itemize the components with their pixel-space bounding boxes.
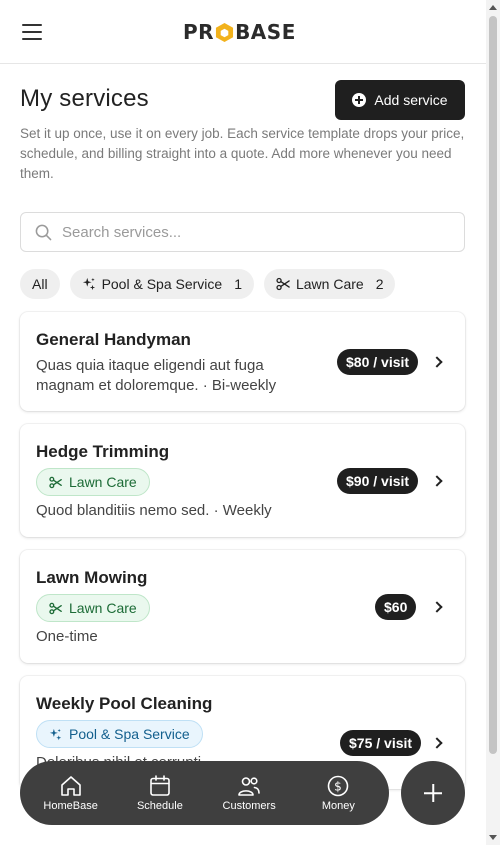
nav-item-label: HomeBase <box>43 799 98 812</box>
scroll-thumb[interactable] <box>489 16 497 754</box>
users-icon <box>238 776 260 796</box>
service-name: Weekly Pool Cleaning <box>36 694 213 713</box>
chevron-right-icon[interactable] <box>431 475 443 487</box>
service-price-badge: $80 / visit <box>337 349 419 375</box>
category-tag-label: Lawn Care <box>69 600 137 616</box>
brand-logo[interactable]: PR BASE <box>183 20 296 44</box>
top-bar: PR BASE <box>0 0 486 64</box>
service-price-badge: $75 / visit <box>340 730 422 756</box>
dollar-icon: $ <box>328 775 349 796</box>
nav-item-customers[interactable]: Customers <box>209 775 289 812</box>
service-price-badge: $90 / visit <box>337 468 419 494</box>
scissors-icon <box>276 277 290 291</box>
service-card-lawn-mowing[interactable]: Lawn Mowing Lawn Care One-time $60 <box>20 550 465 663</box>
category-tag-pool-spa: Pool & Spa Service <box>36 720 203 748</box>
service-price-badge: $60 <box>375 594 417 620</box>
filter-chip-label: All <box>32 276 48 292</box>
category-tag-label: Lawn Care <box>69 474 137 490</box>
brand-logo-left: PR <box>183 20 215 44</box>
home-icon <box>60 775 81 796</box>
page-subtitle: Set it up once, use it on every job. Eac… <box>20 126 465 181</box>
chevron-right-icon[interactable] <box>431 737 443 749</box>
search-box <box>20 212 465 252</box>
scroll-down-arrow-icon[interactable] <box>489 835 497 840</box>
create-fab-button[interactable] <box>401 761 465 825</box>
nav-item-money[interactable]: $ Money <box>298 775 378 812</box>
scissors-icon <box>49 602 62 614</box>
service-description: Quas quia itaque eligendi aut fuga magna… <box>36 357 277 394</box>
filter-chips: All Pool & Spa Service 1 Lawn Care 2 <box>20 269 396 299</box>
chevron-right-icon[interactable] <box>431 601 443 613</box>
service-description: Quod blanditiis nemo sed. · Weekly <box>36 502 272 519</box>
scissors-icon <box>49 476 62 488</box>
filter-chip-pool-spa[interactable]: Pool & Spa Service 1 <box>69 269 254 299</box>
filter-chip-count: 1 <box>234 276 242 292</box>
filter-chip-count: 2 <box>375 276 384 292</box>
scroll-up-arrow-icon[interactable] <box>489 5 497 10</box>
svg-text:$: $ <box>335 779 343 793</box>
page-title: My services <box>20 85 149 112</box>
service-name: Hedge Trimming <box>36 442 170 461</box>
sparkles-icon <box>82 277 95 291</box>
filter-chip-label: Lawn Care <box>295 276 364 292</box>
nav-item-label: Schedule <box>136 799 183 812</box>
menu-icon[interactable] <box>22 24 42 40</box>
nav-item-schedule[interactable]: Schedule <box>120 774 200 812</box>
service-name: Lawn Mowing <box>36 568 148 587</box>
plus-circle-icon <box>352 93 367 107</box>
add-service-label: Add service <box>374 92 448 108</box>
sparkles-icon <box>49 728 62 740</box>
add-service-button[interactable]: Add service <box>335 80 465 120</box>
nav-item-homebase[interactable]: HomeBase <box>31 775 111 812</box>
calendar-icon <box>150 774 170 796</box>
service-name: General Handyman <box>36 330 191 349</box>
filter-chip-all[interactable]: All <box>20 269 60 299</box>
service-description: One-time <box>36 628 98 645</box>
service-card-general-handyman[interactable]: General Handyman Quas quia itaque eligen… <box>20 312 465 411</box>
filter-chip-label: Pool & Spa Service <box>101 276 223 292</box>
search-icon <box>35 224 52 240</box>
search-input[interactable] <box>62 223 422 241</box>
nav-item-label: Money <box>321 799 355 812</box>
nav-item-label: Customers <box>222 799 276 812</box>
category-tag-label: Pool & Spa Service <box>69 726 190 742</box>
category-tag-lawn-care: Lawn Care <box>36 594 150 622</box>
plus-icon <box>424 784 442 802</box>
category-tag-lawn-care: Lawn Care <box>36 468 150 496</box>
page-scrollbar[interactable] <box>486 0 500 845</box>
hexagon-logo-icon <box>216 22 234 42</box>
brand-logo-right: BASE <box>235 20 296 44</box>
chevron-right-icon[interactable] <box>431 356 443 368</box>
bottom-nav: HomeBase Schedule Customers $ Money <box>20 761 389 825</box>
service-card-hedge-trimming[interactable]: Hedge Trimming Lawn Care Quod blanditiis… <box>20 424 465 537</box>
filter-chip-lawn-care[interactable]: Lawn Care 2 <box>263 269 396 299</box>
